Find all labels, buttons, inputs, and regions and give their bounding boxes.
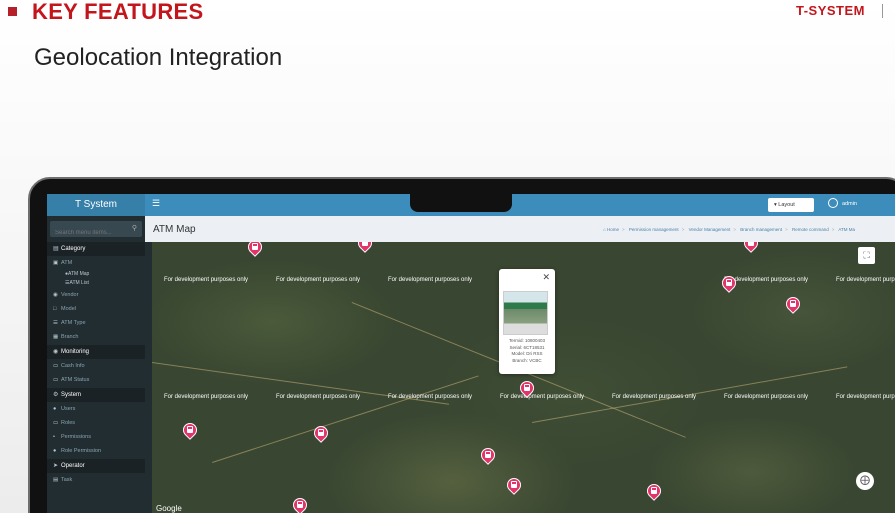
layout-button[interactable]: ▾ Layout bbox=[768, 198, 814, 212]
atm-info-popup: ✕ Termid: 10800403 Serial: 6CT18531 Mode… bbox=[499, 269, 555, 374]
user-name[interactable]: admin bbox=[842, 201, 857, 207]
sidebar-item-roles[interactable]: ▭ Roles bbox=[47, 416, 145, 430]
sidebar-search: ⚲ bbox=[50, 221, 142, 241]
dev-watermark: For development purposes only bbox=[500, 394, 585, 400]
gear-icon: ⚙ bbox=[53, 392, 59, 398]
sidebar-item-atm-map[interactable]: ●ATM Map bbox=[47, 270, 145, 279]
atm-marker[interactable] bbox=[311, 423, 331, 444]
app-logo[interactable]: T System bbox=[47, 194, 145, 216]
atm-marker[interactable] bbox=[290, 495, 310, 513]
bank-icon: ▦ bbox=[53, 334, 59, 340]
hamburger-icon[interactable]: ☰ bbox=[152, 198, 160, 209]
dev-watermark: For development purposes only bbox=[388, 277, 473, 283]
search-icon[interactable]: ⚲ bbox=[132, 224, 137, 232]
key-icon: • bbox=[53, 434, 55, 440]
send-icon: ➤ bbox=[53, 463, 59, 469]
status-icon: ▭ bbox=[53, 377, 59, 383]
atm-marker[interactable] bbox=[719, 273, 739, 294]
task-icon: ▤ bbox=[53, 477, 59, 483]
sidebar-item-atm-type[interactable]: ☰ ATM Type bbox=[47, 316, 145, 330]
breadcrumb: ⌂ Home > Permission management > Vendor Ma… bbox=[603, 227, 856, 232]
atm-marker[interactable] bbox=[180, 420, 200, 441]
brand-logo: T-SYSTEM bbox=[795, 3, 865, 18]
sidebar-item-branch[interactable]: ▦ Branch bbox=[47, 330, 145, 344]
dev-watermark: For development purposes only bbox=[276, 394, 361, 400]
top-navbar: ☰ ▾ Layout admin bbox=[145, 194, 895, 216]
breadcrumb-item[interactable]: ATM Ma bbox=[838, 227, 855, 232]
square-icon: □ bbox=[53, 306, 57, 312]
dev-watermark: For development purposes only bbox=[164, 394, 249, 400]
sidebar-item-task[interactable]: ▤ Task bbox=[47, 473, 145, 487]
sidebar-item-atm-status[interactable]: ▭ ATM Status bbox=[47, 373, 145, 387]
atm-map[interactable]: For development purposes only For develo… bbox=[152, 242, 895, 513]
breadcrumb-item[interactable]: Vendor Management bbox=[689, 227, 731, 232]
sidebar-item-atm-list[interactable]: ☰ATM List bbox=[47, 279, 145, 288]
key-features-title: KEY FEATURES bbox=[32, 0, 204, 24]
file-icon: ▤ bbox=[53, 246, 59, 252]
dev-watermark: For development purposes only bbox=[724, 394, 809, 400]
sidebar-item-permissions[interactable]: • Permissions bbox=[47, 430, 145, 444]
page-title: ATM Map bbox=[153, 224, 196, 235]
fullscreen-icon[interactable]: ⛶ bbox=[858, 247, 875, 264]
bars-icon: ☰ bbox=[53, 320, 58, 326]
atm-marker[interactable] bbox=[245, 242, 265, 258]
dev-watermark: For development purposes only bbox=[388, 394, 473, 400]
my-location-icon[interactable]: ⨁ bbox=[856, 472, 874, 490]
breadcrumb-item[interactable]: Branch management bbox=[740, 227, 782, 232]
atm-marker[interactable] bbox=[504, 475, 524, 496]
cash-icon: ▭ bbox=[53, 363, 59, 369]
content-header: ATM Map ⌂ Home > Permission management > V… bbox=[145, 216, 895, 242]
app-screen: T System ⚲ ▤Category ▣ATM ●ATM Map ☰ATM … bbox=[47, 194, 895, 513]
sidebar-item-model[interactable]: □ Model bbox=[47, 302, 145, 316]
atm-icon: ▣ bbox=[53, 260, 59, 266]
breadcrumb-item[interactable]: Home bbox=[607, 227, 619, 232]
atm-photo bbox=[503, 291, 548, 335]
breadcrumb-item[interactable]: Remote command bbox=[792, 227, 829, 232]
atm-marker[interactable] bbox=[741, 242, 761, 254]
laptop-notch bbox=[410, 194, 512, 212]
atm-marker[interactable] bbox=[517, 378, 537, 399]
sidebar-section-operator[interactable]: ➤ Operator bbox=[47, 459, 145, 473]
slide-subtitle: Geolocation Integration bbox=[34, 44, 283, 71]
sidebar-section-system[interactable]: ⚙ System bbox=[47, 388, 145, 402]
id-card-icon: ▭ bbox=[53, 420, 59, 426]
users-icon: ● bbox=[53, 406, 57, 412]
search-input[interactable] bbox=[50, 225, 142, 241]
google-logo: Google bbox=[156, 504, 182, 513]
lock-icon: ● bbox=[53, 448, 57, 454]
sidebar-item-vendor[interactable]: ◉ Vendor bbox=[47, 288, 145, 302]
brand-divider bbox=[882, 4, 883, 18]
atm-marker[interactable] bbox=[355, 242, 375, 254]
sidebar-item-atm[interactable]: ▣ ATM bbox=[47, 256, 145, 270]
sidebar-item-cash-info[interactable]: ▭ Cash Info bbox=[47, 359, 145, 373]
dev-watermark: For development purposes only bbox=[164, 277, 249, 283]
slide-header: KEY FEATURES T-SYSTEM bbox=[0, 0, 895, 30]
chevron-down-icon: ▾ bbox=[774, 202, 777, 208]
atm-marker[interactable] bbox=[644, 481, 664, 502]
breadcrumb-item[interactable]: Permission management bbox=[629, 227, 679, 232]
atm-marker[interactable] bbox=[783, 294, 803, 315]
dev-watermark: For development purposes only bbox=[276, 277, 361, 283]
sidebar-item-role-permission[interactable]: ● Role Permission bbox=[47, 444, 145, 458]
dev-watermark: For development purposes only bbox=[724, 277, 809, 283]
bullet-square bbox=[8, 7, 17, 16]
user-icon: ◉ bbox=[53, 292, 58, 298]
power-icon[interactable] bbox=[828, 198, 838, 208]
dev-watermark: For development purposes only bbox=[836, 277, 895, 283]
eye-icon: ◉ bbox=[53, 349, 59, 355]
sidebar-section-category[interactable]: ▤ Category bbox=[47, 242, 145, 256]
dev-watermark: For development purposes only bbox=[612, 394, 697, 400]
close-icon[interactable]: ✕ bbox=[542, 272, 550, 283]
atm-details: Termid: 10800403 Serial: 6CT18531 Model:… bbox=[501, 338, 553, 364]
atm-branch: Branch: VCBC bbox=[512, 357, 542, 363]
sidebar: T System ⚲ ▤Category ▣ATM ●ATM Map ☰ATM … bbox=[47, 194, 145, 513]
sidebar-item-users[interactable]: ● Users bbox=[47, 402, 145, 416]
sidebar-section-monitoring[interactable]: ◉ Monitoring bbox=[47, 345, 145, 359]
atm-marker[interactable] bbox=[478, 445, 498, 466]
home-icon: ⌂ bbox=[603, 227, 606, 232]
dev-watermark: For development purposes only bbox=[836, 394, 895, 400]
